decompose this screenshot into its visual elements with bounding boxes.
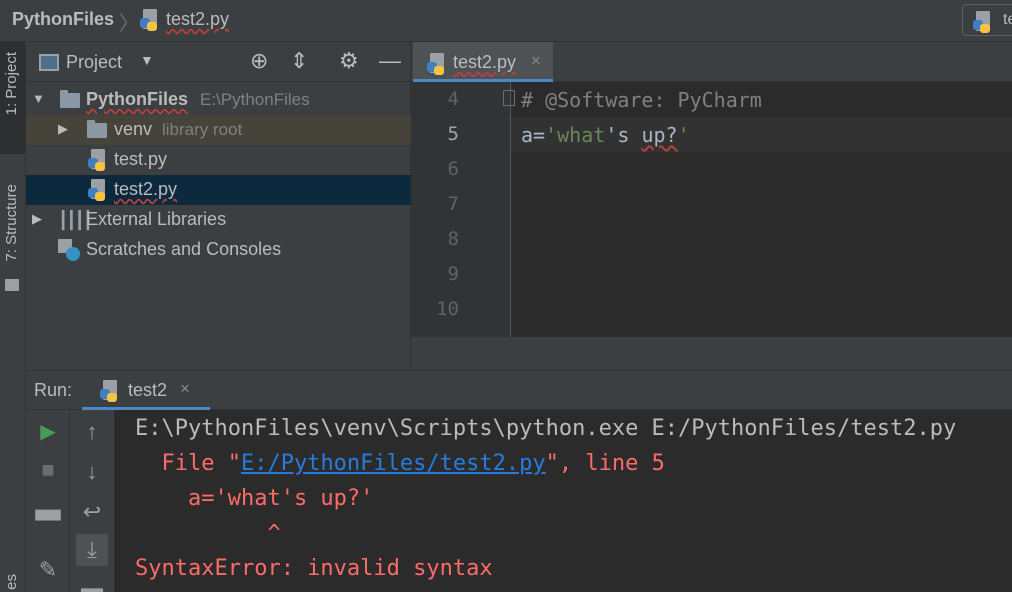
code-string-quote: ' — [677, 123, 690, 147]
run-configuration-label: te — [1003, 11, 1012, 28]
layout-icon[interactable]: ▀▀ — [32, 504, 64, 536]
breadcrumb-file[interactable]: test2.py — [166, 9, 229, 30]
console-error-message: SyntaxError: invalid syntax — [135, 556, 493, 581]
tree-item-path: E:\PythonFiles — [200, 90, 310, 109]
tree-item-label: test2.py — [114, 179, 178, 199]
traceback-suffix: ", line 5 — [545, 451, 665, 476]
tree-item-scratches[interactable]: Scratches and Consoles — [26, 235, 411, 265]
project-panel: Project ▼ ⊕ ⇕ ⚙ — ▼ PythonFiles E:\Pytho… — [26, 42, 411, 370]
code-string-word: up? — [641, 123, 678, 147]
python-file-icon — [88, 179, 108, 201]
rerun-icon[interactable]: ▶ — [32, 416, 64, 448]
line-number: 10 — [436, 298, 459, 320]
close-icon[interactable]: × — [531, 51, 541, 71]
line-number: 8 — [447, 228, 459, 250]
code-string-word: what — [557, 123, 606, 147]
code-editor[interactable]: 4 5 6 7 8 9 10 # @Software: PyCharm a='w… — [411, 82, 1012, 370]
code-variable: a= — [521, 123, 546, 147]
run-toolbar-secondary: ↑ ↓ ↩ ⤓ ▬ — [70, 410, 115, 592]
traceback-prefix: File " — [135, 451, 241, 476]
project-tool-label: 1: Project — [3, 52, 20, 116]
minimize-icon[interactable]: — — [379, 50, 401, 72]
tree-item-label: venv — [114, 119, 153, 139]
line-number: 5 — [447, 123, 459, 145]
chevron-right-icon[interactable]: ▶ — [58, 121, 68, 137]
fold-marker-icon[interactable] — [503, 90, 515, 106]
run-tab-test2[interactable]: test2 × — [82, 371, 210, 410]
navigation-bar: PythonFiles 〉 test2.py te — [0, 0, 1012, 42]
project-tool-tab[interactable]: 1: Project — [0, 42, 25, 154]
console-traceback-code: a='what's up?' — [135, 486, 374, 511]
project-view-title[interactable]: Project — [66, 52, 122, 73]
code-line-5: a='what's up?' — [521, 123, 690, 147]
folder-icon — [60, 90, 80, 108]
code-line-4: # @Software: PyCharm — [521, 88, 762, 112]
down-arrow-icon[interactable]: ↓ — [76, 456, 108, 488]
editor-tab-bar: test2.py × — [411, 42, 1012, 82]
code-string-quote: ' — [545, 123, 558, 147]
close-icon[interactable]: × — [180, 379, 190, 399]
python-file-icon — [88, 149, 108, 171]
editor-horizontal-scroll-area — [411, 337, 1012, 370]
tab-test2-py[interactable]: test2.py × — [413, 42, 553, 82]
line-number: 7 — [447, 193, 459, 215]
pin-icon[interactable]: ✎ — [32, 554, 64, 586]
breadcrumb-project[interactable]: PythonFiles — [12, 9, 114, 30]
console-traceback-file: File "E:/PythonFiles/test2.py", line 5 — [135, 451, 665, 476]
run-tool-header: Run: test2 × — [26, 370, 1012, 410]
run-label: Run: — [34, 380, 73, 400]
scroll-to-end-icon[interactable]: ⤓ — [76, 534, 108, 566]
tab-label: test2.py — [453, 52, 517, 72]
tree-item-hint: library root — [162, 120, 243, 139]
tree-item-test-py[interactable]: test.py — [26, 145, 411, 175]
tree-item-label: Scratches and Consoles — [86, 239, 282, 259]
tree-item-venv[interactable]: ▶ venv library root — [26, 115, 411, 145]
tree-item-label: test.py — [114, 149, 168, 169]
line-number: 6 — [447, 158, 459, 180]
breadcrumb-separator: 〉 — [119, 13, 139, 35]
traceback-file-link[interactable]: E:/PythonFiles/test2.py — [241, 451, 546, 476]
python-file-icon — [140, 9, 160, 31]
project-view-icon — [39, 54, 59, 71]
favorites-tool-tab[interactable]: es — [3, 574, 20, 590]
run-tab-label: test2 — [128, 380, 168, 400]
left-tool-stripe: 1: Project 7: Structure es — [0, 42, 26, 592]
folder-icon — [87, 120, 107, 138]
gear-icon[interactable]: ⚙ — [339, 50, 359, 72]
code-string-fragment: 's — [605, 123, 642, 147]
python-file-icon — [100, 380, 120, 402]
tree-item-test2-py[interactable]: test2.py — [26, 175, 411, 205]
console-command-line: E:\PythonFiles\venv\Scripts\python.exe E… — [135, 416, 957, 441]
console-traceback-caret: ^ — [135, 521, 281, 546]
up-arrow-icon[interactable]: ↑ — [76, 416, 108, 448]
line-number: 4 — [447, 88, 459, 110]
collapse-icon[interactable]: ⇕ — [290, 50, 308, 72]
line-number: 9 — [447, 263, 459, 285]
code-comment: # @Software: PyCharm — [521, 88, 762, 112]
line-number-gutter: 4 5 6 7 8 9 10 — [411, 82, 511, 337]
tree-item-label: External Libraries — [86, 209, 227, 229]
tree-item-label: PythonFiles — [86, 89, 189, 109]
run-console[interactable]: E:\PythonFiles\venv\Scripts\python.exe E… — [115, 410, 1012, 592]
run-toolbar-primary: ▶ ■ ▀▀ ✎ — [26, 410, 70, 592]
python-file-icon — [427, 53, 447, 75]
soft-wrap-icon[interactable]: ↩ — [76, 496, 108, 528]
run-configuration-selector[interactable]: te — [962, 4, 1012, 36]
python-file-icon — [973, 11, 993, 33]
chevron-down-icon[interactable]: ▼ — [32, 91, 45, 106]
structure-icon — [5, 279, 19, 291]
tree-item-external-libraries[interactable]: ▶ ┃┃┃┃ External Libraries — [26, 205, 411, 235]
locate-icon[interactable]: ⊕ — [250, 50, 268, 72]
print-icon[interactable]: ▬ — [76, 572, 108, 592]
chevron-right-icon[interactable]: ▶ — [32, 211, 42, 227]
structure-tool-tab[interactable]: 7: Structure — [3, 184, 20, 262]
scratches-icon — [58, 239, 80, 261]
chevron-down-icon[interactable]: ▼ — [140, 52, 154, 68]
project-panel-header: Project ▼ ⊕ ⇕ ⚙ — — [26, 42, 411, 82]
tree-item-pythonfiles[interactable]: ▼ PythonFiles E:\PythonFiles — [26, 85, 411, 115]
stop-icon[interactable]: ■ — [32, 454, 64, 486]
